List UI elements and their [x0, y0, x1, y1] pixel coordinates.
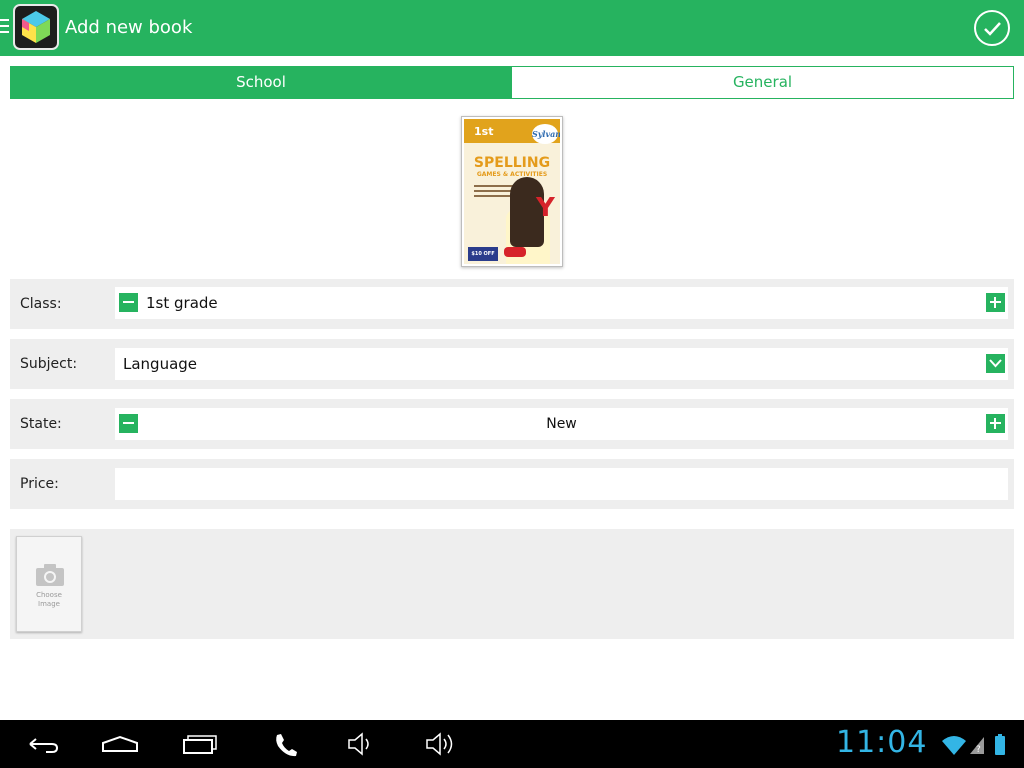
cover-badge: $10 OFF: [468, 247, 498, 261]
subject-row: Subject: Language: [10, 339, 1014, 389]
state-row: State: New: [10, 399, 1014, 449]
price-label: Price:: [20, 476, 59, 492]
class-value: 1st grade: [146, 294, 218, 312]
hamburger-icon[interactable]: [0, 19, 9, 37]
cover-letter: Y: [536, 193, 555, 223]
home-icon[interactable]: [100, 720, 140, 768]
cover-title: SPELLING: [473, 155, 551, 171]
choose-image-label-line2: Image: [38, 600, 60, 608]
subject-dropdown[interactable]: Language: [115, 348, 1008, 380]
back-icon[interactable]: [20, 720, 60, 768]
book-cover-image[interactable]: 1st Sylvan SPELLING GAMES & ACTIVITIES Y…: [461, 116, 563, 267]
check-circle-icon[interactable]: [974, 10, 1010, 46]
cover-grade: 1st: [474, 125, 494, 138]
volume-down-icon[interactable]: [346, 720, 374, 768]
chevron-down-icon[interactable]: [986, 354, 1005, 373]
class-label: Class:: [20, 296, 62, 312]
price-input[interactable]: [115, 468, 1008, 500]
app-bar: Add new book: [0, 0, 1024, 56]
choose-image-label: Choose Image: [17, 591, 81, 609]
class-decrement-button[interactable]: [119, 293, 138, 312]
svg-text:?: ?: [976, 745, 981, 755]
cover-subtitle: GAMES & ACTIVITIES: [476, 171, 548, 178]
status-icons: ?: [940, 732, 1018, 762]
state-value: New: [546, 416, 577, 432]
price-row: Price:: [10, 459, 1014, 509]
class-increment-button[interactable]: [986, 293, 1005, 312]
signal-icon: ?: [970, 737, 984, 755]
battery-icon: [995, 734, 1005, 755]
class-stepper: 1st grade: [115, 287, 1008, 319]
state-stepper: New: [115, 408, 1008, 440]
status-clock: 11:04: [836, 725, 928, 760]
phone-icon[interactable]: [272, 720, 298, 768]
book-cover-art: 1st Sylvan SPELLING GAMES & ACTIVITIES Y…: [464, 119, 560, 264]
cube-app-icon[interactable]: [13, 4, 59, 50]
cover-toy-car: [504, 247, 526, 257]
image-section: Choose Image: [10, 529, 1014, 639]
state-label: State:: [20, 416, 62, 432]
tab-school[interactable]: School: [10, 66, 512, 99]
class-row: Class: 1st grade: [10, 279, 1014, 329]
page-title: Add new book: [65, 17, 193, 38]
state-increment-button[interactable]: [986, 414, 1005, 433]
category-tabs: School General: [10, 66, 1014, 99]
choose-image-button[interactable]: Choose Image: [16, 536, 82, 632]
subject-label: Subject:: [20, 356, 78, 372]
choose-image-label-line1: Choose: [36, 591, 62, 599]
recent-apps-icon[interactable]: [180, 720, 220, 768]
camera-icon: [36, 564, 64, 586]
tab-general[interactable]: General: [511, 66, 1014, 99]
subject-value: Language: [123, 355, 198, 373]
volume-up-icon[interactable]: [424, 720, 456, 768]
wifi-icon: [942, 736, 966, 755]
cover-brand-logo: Sylvan: [532, 124, 560, 144]
